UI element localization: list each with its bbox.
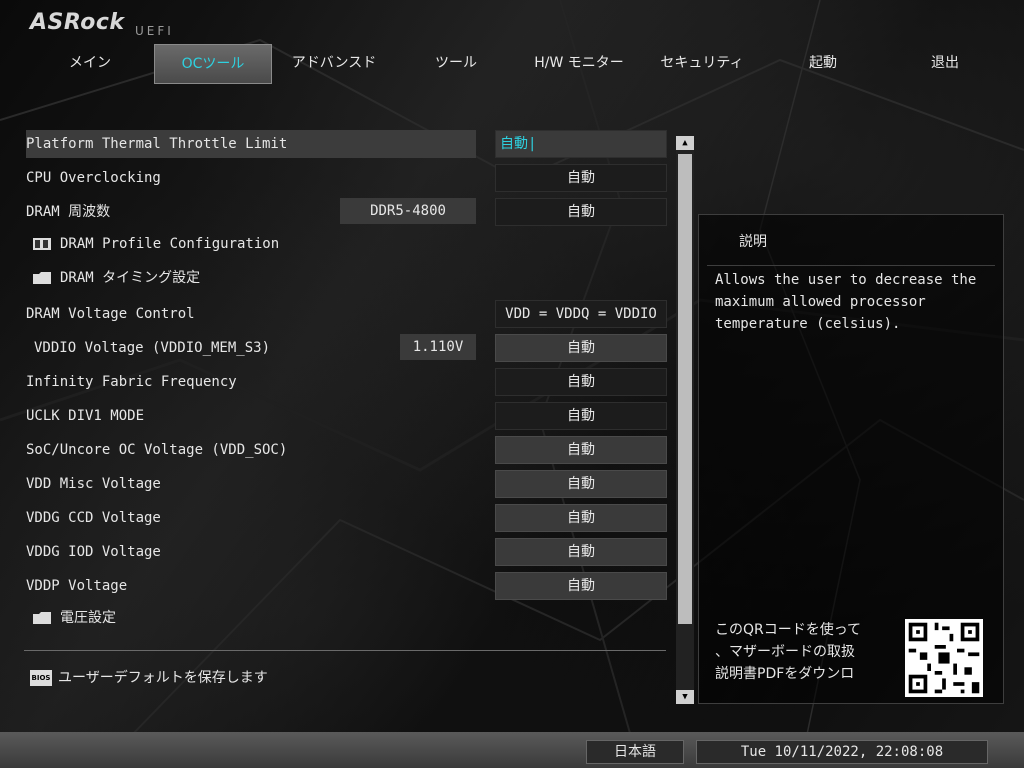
description-text: Allows the user to decrease the maximum … bbox=[715, 272, 977, 332]
setting-label: SoC/Uncore OC Voltage (VDD_SOC) bbox=[26, 442, 288, 458]
save-user-default-label: ユーザーデフォルトを保存します bbox=[58, 670, 268, 686]
scroll-up-icon[interactable]: ▲ bbox=[676, 136, 694, 150]
panel-divider bbox=[24, 650, 666, 651]
setting-label: UCLK DIV1 MODE bbox=[26, 408, 145, 424]
setting-value-input[interactable]: 自動 bbox=[495, 572, 667, 600]
uefi-label: UEFI bbox=[135, 24, 174, 38]
scroll-thumb[interactable] bbox=[678, 154, 692, 624]
tab-boot[interactable]: 起動 bbox=[764, 44, 882, 82]
submenu-label: DRAM タイミング設定 bbox=[60, 270, 201, 286]
settings-scrollbar[interactable]: ▲ ▼ bbox=[676, 136, 694, 704]
setting-label: CPU Overclocking bbox=[26, 170, 161, 186]
description-panel: 説明 Allows the user to decrease the maxim… bbox=[698, 214, 1004, 704]
setting-value-dropdown[interactable]: 自動 bbox=[495, 368, 667, 396]
vddio-voltage-readout: 1.110V bbox=[400, 334, 476, 360]
save-user-default[interactable]: BIOS ユーザーデフォルトを保存します bbox=[30, 666, 268, 690]
setting-value-dropdown[interactable]: 自動 bbox=[495, 164, 667, 192]
setting-label: VDD Misc Voltage bbox=[26, 476, 161, 492]
setting-vddg-iod[interactable]: VDDG IOD Voltage 自動 bbox=[24, 538, 667, 566]
submenu-dram-timing[interactable]: DRAM タイミング設定 bbox=[24, 264, 664, 292]
dram-frequency-readout: DDR5-4800 bbox=[340, 198, 476, 224]
asrock-logo: ASRock bbox=[30, 10, 125, 35]
setting-label: DRAM 周波数 bbox=[26, 204, 111, 220]
description-separator bbox=[707, 265, 995, 266]
submenu-label: 電圧設定 bbox=[60, 610, 116, 626]
tab-security[interactable]: セキュリティ bbox=[642, 44, 762, 82]
tab-oc-tools[interactable]: OCツール bbox=[154, 44, 272, 84]
submenu-label: DRAM Profile Configuration bbox=[60, 236, 280, 252]
setting-vddg-ccd[interactable]: VDDG CCD Voltage 自動 bbox=[24, 504, 667, 532]
setting-soc-voltage[interactable]: SoC/Uncore OC Voltage (VDD_SOC) 自動 bbox=[24, 436, 667, 464]
setting-label: Infinity Fabric Frequency bbox=[26, 374, 237, 390]
folder-icon bbox=[33, 272, 51, 284]
setting-infinity-fabric[interactable]: Infinity Fabric Frequency 自動 bbox=[24, 368, 667, 396]
setting-value-input[interactable]: 自動 bbox=[495, 436, 667, 464]
memory-module-icon bbox=[33, 238, 51, 250]
setting-label: VDDIO Voltage (VDDIO_MEM_S3) bbox=[34, 340, 271, 356]
tab-exit[interactable]: 退出 bbox=[884, 44, 1006, 82]
setting-value-input[interactable]: 自動 bbox=[495, 504, 667, 532]
submenu-dram-profile[interactable]: DRAM Profile Configuration bbox=[24, 230, 664, 258]
setting-value-input[interactable]: 自動| bbox=[495, 130, 667, 158]
tab-hw-monitor[interactable]: H/W モニター bbox=[518, 44, 640, 82]
setting-dram-frequency[interactable]: DRAM 周波数 DDR5-4800 自動 bbox=[24, 198, 667, 226]
system-datetime: Tue 10/11/2022, 22:08:08 bbox=[696, 740, 988, 764]
setting-uclk-div1[interactable]: UCLK DIV1 MODE 自動 bbox=[24, 402, 667, 430]
setting-value-dropdown[interactable]: VDD = VDDQ = VDDIO bbox=[495, 300, 667, 328]
setting-vdd-misc[interactable]: VDD Misc Voltage 自動 bbox=[24, 470, 667, 498]
language-selector[interactable]: 日本語 bbox=[586, 740, 684, 764]
tab-tools[interactable]: ツール bbox=[396, 44, 516, 82]
submenu-voltage-config[interactable]: 電圧設定 bbox=[24, 604, 664, 632]
setting-platform-thermal[interactable]: Platform Thermal Throttle Limit 自動| bbox=[24, 130, 667, 158]
tab-advanced[interactable]: アドバンスド bbox=[274, 44, 394, 82]
setting-value-input[interactable]: 自動 bbox=[495, 538, 667, 566]
setting-value-input[interactable]: 自動 bbox=[495, 470, 667, 498]
qr-code-icon bbox=[905, 619, 983, 697]
qr-code-caption: このQRコードを使って 、マザーボードの取扱 説明書PDFをダウンロ bbox=[715, 622, 862, 682]
scroll-down-icon[interactable]: ▼ bbox=[676, 690, 694, 704]
setting-cpu-overclocking[interactable]: CPU Overclocking 自動 bbox=[24, 164, 667, 192]
tab-main[interactable]: メイン bbox=[30, 44, 150, 82]
setting-label: VDDG CCD Voltage bbox=[26, 510, 161, 526]
setting-dram-voltage-control[interactable]: DRAM Voltage Control VDD = VDDQ = VDDIO bbox=[24, 300, 667, 328]
bios-icon: BIOS bbox=[30, 670, 52, 686]
setting-label: Platform Thermal Throttle Limit bbox=[26, 130, 476, 158]
folder-icon bbox=[33, 612, 51, 624]
setting-vddio-voltage[interactable]: VDDIO Voltage (VDDIO_MEM_S3) 1.110V 自動 bbox=[24, 334, 667, 362]
setting-value-input[interactable]: 自動 bbox=[495, 334, 667, 362]
setting-label: VDDG IOD Voltage bbox=[26, 544, 161, 560]
setting-value-dropdown[interactable]: 自動 bbox=[495, 402, 667, 430]
setting-value-dropdown[interactable]: 自動 bbox=[495, 198, 667, 226]
description-title: 説明 bbox=[739, 234, 767, 250]
setting-vddp[interactable]: VDDP Voltage 自動 bbox=[24, 572, 667, 600]
setting-label: DRAM Voltage Control bbox=[26, 306, 195, 322]
setting-label: VDDP Voltage bbox=[26, 578, 128, 594]
main-nav: メイン OCツール アドバンスド ツール H/W モニター セキュリティ 起動 … bbox=[30, 44, 990, 84]
